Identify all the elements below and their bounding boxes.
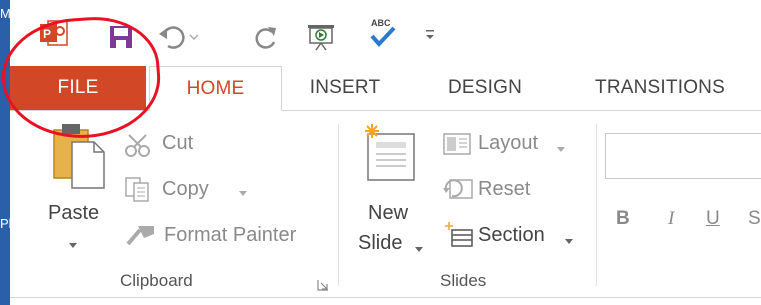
paste-icon[interactable] xyxy=(50,122,106,197)
svg-text:ABC: ABC xyxy=(371,18,391,28)
section-label[interactable]: Section xyxy=(478,224,545,247)
new-slide-dropdown-icon[interactable] xyxy=(414,240,424,258)
italic-button[interactable]: I xyxy=(668,208,674,230)
tab-home[interactable]: HOME xyxy=(149,66,282,111)
tab-file[interactable]: FILE xyxy=(10,66,146,110)
cut-label[interactable]: Cut xyxy=(162,132,193,155)
reset-icon[interactable] xyxy=(442,176,474,207)
ribbon-bottom-edge xyxy=(10,297,761,305)
clipboard-launcher-icon[interactable] xyxy=(316,278,330,297)
reset-label[interactable]: Reset xyxy=(478,178,530,201)
font-name-box[interactable] xyxy=(605,133,761,179)
copy-label[interactable]: Copy xyxy=(162,178,209,201)
customize-qat-icon[interactable] xyxy=(424,28,436,47)
layout-dropdown-icon[interactable] xyxy=(556,140,566,158)
new-slide-label-1[interactable]: New xyxy=(368,202,408,225)
underline-button[interactable]: U xyxy=(706,208,720,230)
tab-insert[interactable]: INSERT xyxy=(300,66,390,110)
tab-transitions[interactable]: TRANSITIONS xyxy=(570,66,750,110)
layout-icon[interactable] xyxy=(442,132,472,161)
undo-icon[interactable] xyxy=(158,24,206,55)
redo-icon[interactable] xyxy=(254,24,280,55)
spelling-icon[interactable]: ABC xyxy=(368,16,398,55)
slides-group-label: Slides xyxy=(440,271,487,290)
powerpoint-icon[interactable]: P xyxy=(40,20,68,51)
desktop-strip xyxy=(0,0,10,305)
new-slide-icon[interactable] xyxy=(360,122,418,191)
copy-icon[interactable] xyxy=(124,176,154,207)
clipboard-group-label: Clipboard xyxy=(120,271,193,290)
start-slideshow-icon[interactable] xyxy=(306,22,336,57)
bold-button[interactable]: B xyxy=(616,208,630,230)
group-separator xyxy=(338,124,339,286)
new-slide-label-2[interactable]: Slide xyxy=(358,232,402,255)
desktop-text-2: Pla xyxy=(0,216,10,231)
layout-label[interactable]: Layout xyxy=(478,132,538,155)
strikethrough-button[interactable]: S xyxy=(748,208,761,230)
section-dropdown-icon[interactable] xyxy=(564,232,574,250)
tab-design[interactable]: DESIGN xyxy=(430,66,540,110)
quick-access-toolbar: P ABC xyxy=(10,0,761,66)
cut-icon[interactable] xyxy=(124,134,154,163)
format-painter-icon[interactable] xyxy=(124,222,158,253)
group-separator xyxy=(596,124,597,286)
section-icon[interactable] xyxy=(442,220,474,253)
paste-dropdown-icon[interactable] xyxy=(68,236,78,254)
format-painter-label[interactable]: Format Painter xyxy=(164,224,296,247)
copy-dropdown-icon[interactable] xyxy=(238,184,248,202)
save-icon[interactable] xyxy=(108,24,134,55)
desktop-text-1: Ma xyxy=(0,6,10,21)
svg-text:P: P xyxy=(43,27,51,41)
paste-label[interactable]: Paste xyxy=(48,202,99,225)
